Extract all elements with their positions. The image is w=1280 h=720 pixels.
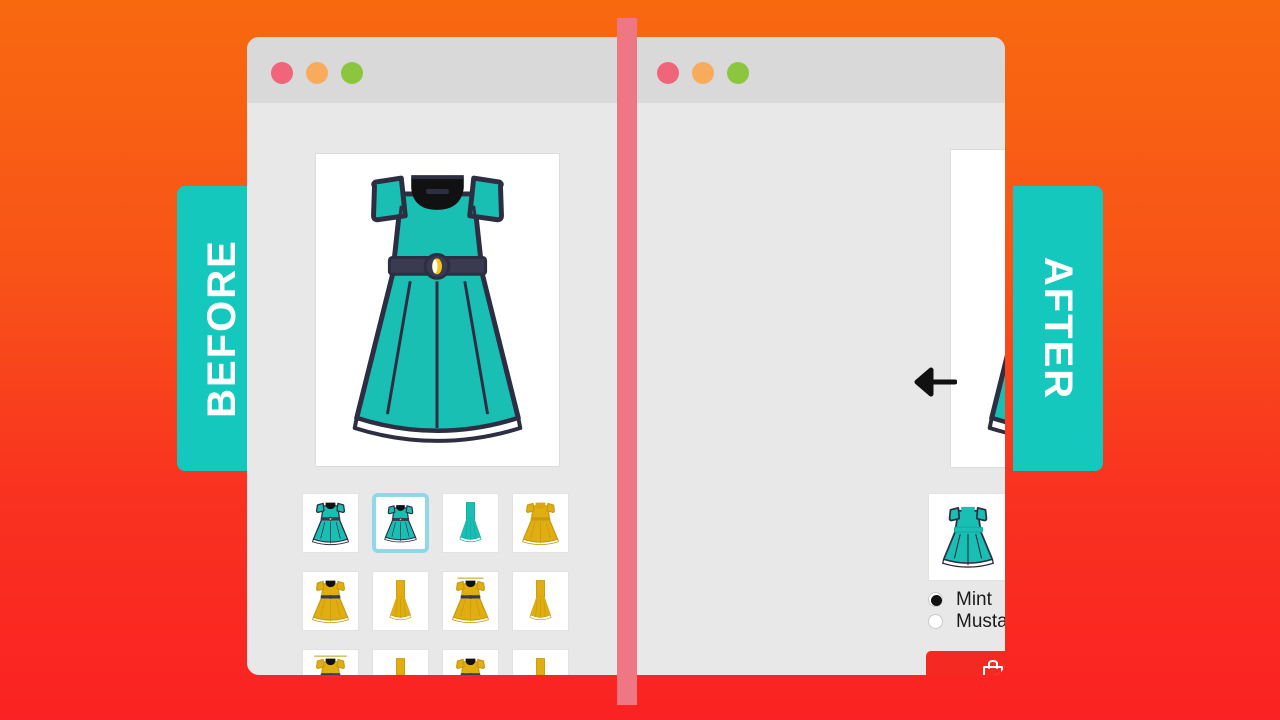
maximize-window-button-after[interactable] [727, 62, 749, 84]
thumbnail-grid-after[interactable] [928, 493, 1005, 581]
thumbnail-4[interactable] [512, 493, 569, 553]
before-label-text: BEFORE [199, 239, 244, 418]
color-option-radio-group[interactable]: Mint Mustard [928, 589, 1005, 633]
hero-product-image-after [950, 149, 1005, 468]
radio-mint-indicator[interactable] [928, 592, 943, 607]
color-option-mustard-label: Mustard [956, 610, 1005, 632]
add-to-bag-button[interactable]: ADD TO BAG [926, 651, 1005, 675]
thumbnail-1[interactable] [302, 493, 359, 553]
color-option-mustard[interactable]: Mustard [928, 611, 1005, 632]
thumbnail-11[interactable] [442, 649, 499, 675]
after-label-text: AFTER [1036, 256, 1081, 401]
previous-image-button[interactable] [912, 359, 958, 405]
thumbnail-grid-before[interactable] [302, 493, 587, 675]
arrow-left-icon [914, 367, 957, 397]
maximize-window-button[interactable] [341, 62, 363, 84]
thumbnail-7[interactable] [442, 571, 499, 631]
minimize-window-button-after[interactable] [692, 62, 714, 84]
close-window-button[interactable] [271, 62, 293, 84]
after-label-tab: AFTER [1013, 186, 1103, 471]
radio-mustard-indicator[interactable] [928, 614, 943, 629]
thumbnail-6[interactable] [372, 571, 429, 631]
after-panel: Mint Mustard ADD TO BAG [626, 103, 1005, 675]
minimize-window-button[interactable] [306, 62, 328, 84]
color-option-mint[interactable]: Mint [928, 589, 1005, 610]
after-thumbnail-1[interactable] [928, 493, 1005, 581]
thumbnail-12[interactable] [512, 649, 569, 675]
color-option-mint-label: Mint [956, 588, 992, 610]
hero-product-image-before [315, 153, 560, 467]
close-window-button-after[interactable] [657, 62, 679, 84]
before-panel [247, 103, 626, 675]
thumbnail-8[interactable] [512, 571, 569, 631]
shopping-bag-icon [983, 659, 1004, 675]
before-after-divider[interactable] [617, 18, 637, 705]
thumbnail-10[interactable] [372, 649, 429, 675]
comparison-stage: BEFORE AFTER Mint Musta [0, 0, 1280, 720]
thumbnail-2[interactable] [372, 493, 429, 553]
thumbnail-9[interactable] [302, 649, 359, 675]
thumbnail-3[interactable] [442, 493, 499, 553]
thumbnail-5[interactable] [302, 571, 359, 631]
